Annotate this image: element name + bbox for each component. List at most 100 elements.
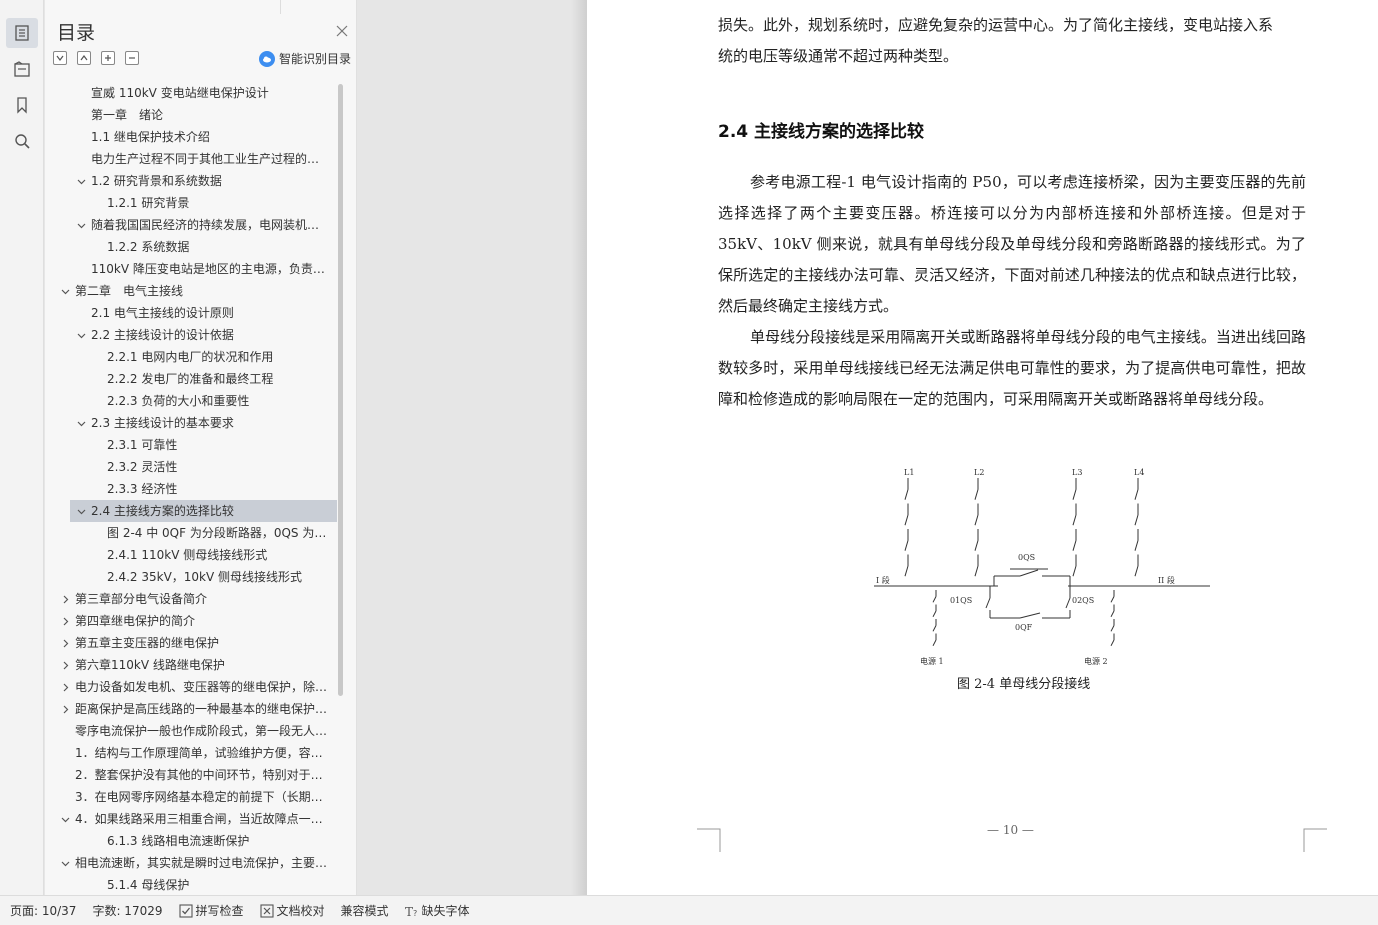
toc-item[interactable]: 2.4.2 35kV，10kV 侧母线接线形式 bbox=[45, 566, 337, 588]
toc-item-label: 随着我国国民经济的持续发展，电网装机容量… bbox=[91, 218, 337, 232]
toc-item-label: 零序电流保护一般也作成阶段式，第一段无人… bbox=[75, 724, 328, 738]
toc-title: 目录 bbox=[57, 22, 96, 44]
feeder-l2 bbox=[974, 565, 979, 577]
feeder-l3 bbox=[1072, 514, 1077, 526]
spell-check-button[interactable]: 拼写检查 bbox=[178, 902, 244, 919]
collapse-up-button[interactable] bbox=[77, 51, 91, 65]
ai-cloud-icon bbox=[259, 50, 275, 67]
toc-item[interactable]: 2.3 主接线设计的基本要求 bbox=[45, 412, 337, 434]
toc-item[interactable]: 图 2-4 中 0QF 为分段断路器，0QS 为隔离开… bbox=[45, 522, 337, 544]
toc-item[interactable]: 第四章继电保护的简介 bbox=[45, 610, 337, 632]
toc-item[interactable]: 2.4 主接线方案的选择比较 bbox=[70, 500, 337, 522]
toc-item[interactable]: 第一章 绪论 bbox=[45, 104, 337, 126]
toc-item[interactable]: 1．结构与工作原理简单，试验维护方便，容… bbox=[45, 742, 337, 764]
collapse-down-button[interactable] bbox=[53, 51, 67, 65]
paragraph-1: 参考电源工程-1 电气设计指南的 P50，可以考虑连接桥梁，因为主要变压器的先前… bbox=[718, 173, 1306, 315]
feeder-l2 bbox=[974, 489, 979, 500]
doc-proofread-button[interactable]: 文档校对 bbox=[259, 902, 325, 919]
toc-item[interactable]: 宣威 110kV 变电站继电保护设计 bbox=[45, 82, 337, 104]
smart-toc-button[interactable]: 智能识别目录 bbox=[259, 50, 351, 67]
bookmark-panel-button[interactable] bbox=[6, 90, 38, 120]
toc-item[interactable]: 2.2.2 发电厂的准备和最终工程 bbox=[45, 368, 337, 390]
toc-item[interactable]: 电力生产过程不同于其他工业生产过程的特点… bbox=[45, 148, 337, 170]
feeder-l3 bbox=[1072, 489, 1077, 500]
chevron-right-icon[interactable] bbox=[59, 654, 71, 676]
toc-item[interactable]: 2.3.3 经济性 bbox=[45, 478, 337, 500]
toc-item[interactable]: 2.2.3 负荷的大小和重要性 bbox=[45, 390, 337, 412]
close-icon[interactable] bbox=[335, 24, 349, 38]
toc-item[interactable]: 距离保护是高压线路的一种最基本的继电保护… bbox=[45, 698, 337, 720]
toc-item[interactable]: 6.1.3 线路相电流速断保护 bbox=[45, 830, 337, 852]
toc-icon bbox=[15, 25, 29, 41]
compat-mode-indicator[interactable]: 兼容模式 bbox=[341, 902, 389, 919]
toc-item[interactable]: 2.1 电气主接线的设计原则 bbox=[45, 302, 337, 324]
wiring-diagram: L1 L2 L3 L4 I 段 II 段 0QS 01QS 02QS 0QF 电… bbox=[874, 468, 1210, 666]
toc-item-label: 2.2 主接线设计的设计依据 bbox=[91, 328, 234, 342]
toc-item-label: 2.1 电气主接线的设计原则 bbox=[91, 306, 234, 320]
word-count[interactable]: 字数: 17029 bbox=[92, 902, 162, 919]
toc-item[interactable]: 1.2.2 系统数据 bbox=[45, 236, 337, 258]
toc-item[interactable]: 2.3.2 灵活性 bbox=[45, 456, 337, 478]
toc-item[interactable]: 2.3.1 可靠性 bbox=[45, 434, 337, 456]
toc-item[interactable]: 5.1.4 母线保护 bbox=[45, 874, 337, 892]
figure-caption: 图 2-4 单母线分段接线 bbox=[957, 677, 1091, 692]
toc-item[interactable]: 2.2 主接线设计的设计依据 bbox=[45, 324, 337, 346]
chevron-down-icon[interactable] bbox=[75, 500, 87, 522]
toc-item[interactable]: 110kV 降压变电站是地区的主电源，负责为… bbox=[45, 258, 337, 280]
toc-item[interactable]: 第二章 电气主接线 bbox=[45, 280, 337, 302]
qs1-blade bbox=[985, 597, 991, 609]
toc-item[interactable]: 第三章部分电气设备简介 bbox=[45, 588, 337, 610]
qf-blade bbox=[1019, 612, 1041, 619]
chevron-right-icon[interactable] bbox=[59, 698, 71, 720]
document-area[interactable]: 损失。此外，规划系统时，应避免复杂的运营中心。为了简化主接线，变电站接入系 统的… bbox=[358, 0, 1378, 895]
feeder-l2 bbox=[974, 540, 979, 551]
expand-all-button[interactable] bbox=[101, 51, 115, 65]
chevron-down-icon[interactable] bbox=[59, 852, 71, 874]
missing-font-button[interactable]: T? 缺失字体 bbox=[405, 902, 470, 919]
chevron-right-icon[interactable] bbox=[59, 676, 71, 698]
toc-item[interactable]: 3．在电网零序网络基本稳定的前提下（长期… bbox=[45, 786, 337, 808]
toc-scrollbar[interactable] bbox=[338, 84, 343, 696]
feeder-l4 bbox=[1134, 514, 1139, 526]
feeder-l4 bbox=[1134, 540, 1139, 551]
chevron-right-icon[interactable] bbox=[59, 632, 71, 654]
toc-item[interactable]: 2.2.1 电网内电厂的状况和作用 bbox=[45, 346, 337, 368]
toc-item[interactable]: 零序电流保护一般也作成阶段式，第一段无人… bbox=[45, 720, 337, 742]
collapse-all-button[interactable] bbox=[125, 51, 139, 65]
chevron-down-icon[interactable] bbox=[75, 324, 87, 346]
toc-item[interactable]: 相电流速断，其实就是瞬时过电流保护，主要… bbox=[45, 852, 337, 874]
chevron-down-icon[interactable] bbox=[75, 412, 87, 434]
toc-item-label: 4．如果线路采用三相重合闸，当近故障点一… bbox=[75, 812, 323, 826]
toc-item[interactable]: 2．整套保护没有其他的中间环节，特别对于… bbox=[45, 764, 337, 786]
toc-item-label: 2.3.1 可靠性 bbox=[107, 438, 178, 452]
chevron-right-icon[interactable] bbox=[59, 610, 71, 632]
toc-item-label: 第五章主变压器的继电保护 bbox=[75, 636, 220, 650]
chevron-down-icon bbox=[56, 55, 64, 61]
document-page[interactable]: 损失。此外，规划系统时，应避免复杂的运营中心。为了简化主接线，变电站接入系 统的… bbox=[587, 0, 1378, 895]
toc-item[interactable]: 2.4.1 110kV 侧母线接线形式 bbox=[45, 544, 337, 566]
chevron-down-icon[interactable] bbox=[59, 280, 71, 302]
toc-item[interactable]: 1.2 研究背景和系统数据 bbox=[45, 170, 337, 192]
toc-item[interactable]: 1.2.1 研究背景 bbox=[45, 192, 337, 214]
toc-item[interactable]: 随着我国国民经济的持续发展，电网装机容量… bbox=[45, 214, 337, 236]
toc-item[interactable]: 电力设备如发电机、变压器等的继电保护，除… bbox=[45, 676, 337, 698]
left-icon-rail bbox=[0, 0, 44, 895]
toc-item-label: 1.2 研究背景和系统数据 bbox=[91, 174, 222, 188]
source-label-2: 电源 2 bbox=[1084, 656, 1108, 666]
chevron-down-icon[interactable] bbox=[75, 170, 87, 192]
toc-item[interactable]: 1.1 继电保护技术介绍 bbox=[45, 126, 337, 148]
toc-item-label: 1．结构与工作原理简单，试验维护方便，容… bbox=[75, 746, 323, 760]
text-line: 损失。此外，规划系统时，应避免复杂的运营中心。为了简化主接线，变电站接入系 bbox=[718, 16, 1274, 34]
proofread-icon bbox=[259, 903, 274, 918]
chevron-down-icon[interactable] bbox=[59, 808, 71, 830]
toc-item[interactable]: 第五章主变压器的继电保护 bbox=[45, 632, 337, 654]
page-indicator[interactable]: 页面: 10/37 bbox=[10, 902, 76, 919]
toc-panel-button[interactable] bbox=[6, 18, 38, 48]
toc-item[interactable]: 第六章110kV 线路继电保护 bbox=[45, 654, 337, 676]
toc-item-label: 1.2.2 系统数据 bbox=[107, 240, 190, 254]
toc-item[interactable]: 4．如果线路采用三相重合闸，当近故障点一… bbox=[45, 808, 337, 830]
navigation-panel-button[interactable] bbox=[6, 54, 38, 84]
search-panel-button[interactable] bbox=[6, 126, 38, 156]
chevron-right-icon[interactable] bbox=[59, 588, 71, 610]
chevron-down-icon[interactable] bbox=[75, 214, 87, 236]
